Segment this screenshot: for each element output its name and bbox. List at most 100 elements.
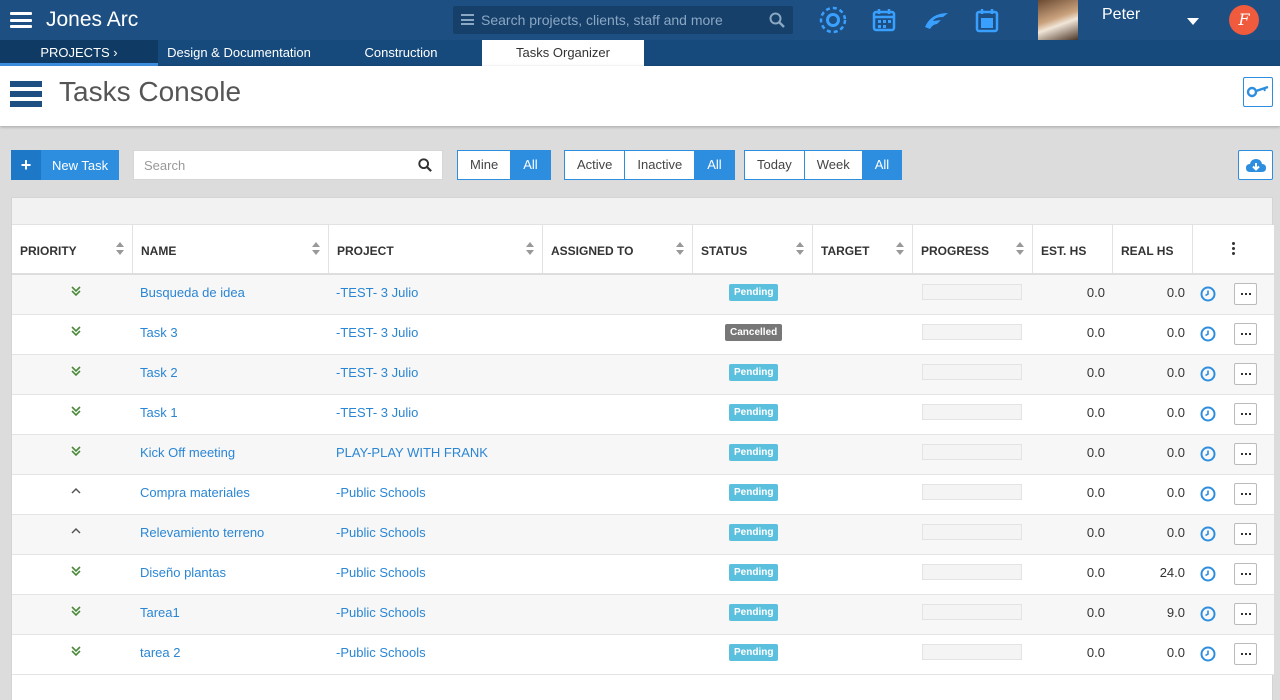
task-project-link[interactable]: -TEST- 3 Julio: [336, 365, 418, 380]
search-icon[interactable]: [418, 158, 432, 172]
real-hours: 0.0: [1166, 645, 1185, 660]
task-name-link[interactable]: Task 3: [140, 325, 178, 340]
col-options[interactable]: [1193, 225, 1274, 273]
row-actions-button[interactable]: [1234, 363, 1257, 385]
filter-today[interactable]: Today: [745, 151, 805, 179]
clock-icon[interactable]: [1200, 286, 1216, 302]
user-name[interactable]: Peter: [1102, 6, 1140, 24]
task-project-link[interactable]: -Public Schools: [336, 645, 426, 660]
clock-icon[interactable]: [1200, 326, 1216, 342]
row-actions-button[interactable]: [1234, 283, 1257, 305]
tab-projects[interactable]: PROJECTS ›: [0, 40, 158, 66]
col-name[interactable]: NAME: [133, 225, 329, 273]
task-project-link[interactable]: PLAY-PLAY WITH FRANK: [336, 445, 488, 460]
task-name-link[interactable]: Diseño plantas: [140, 565, 226, 580]
clock-icon[interactable]: [1200, 446, 1216, 462]
task-project-link[interactable]: -TEST- 3 Julio: [336, 285, 418, 300]
task-name-link[interactable]: Task 2: [140, 365, 178, 380]
row-actions-button[interactable]: [1234, 603, 1257, 625]
col-priority[interactable]: PRIORITY: [12, 225, 133, 273]
col-est-hs[interactable]: EST. HS: [1033, 225, 1113, 273]
col-real-hs[interactable]: REAL HS: [1113, 225, 1193, 273]
row-actions-button[interactable]: [1234, 483, 1257, 505]
task-name-link[interactable]: Tarea1: [140, 605, 180, 620]
table-row[interactable]: Task 3 -TEST- 3 Julio Cancelled 0.0 0.0: [12, 315, 1274, 355]
top-bar: Jones Arc Peter F: [0, 0, 1280, 40]
task-name-link[interactable]: Relevamiento terreno: [140, 525, 264, 540]
task-name-link[interactable]: Task 1: [140, 405, 178, 420]
column-options-icon[interactable]: [1231, 242, 1236, 257]
task-project-link[interactable]: -Public Schools: [336, 525, 426, 540]
user-avatar[interactable]: [1038, 0, 1078, 40]
table-row[interactable]: Diseño plantas -Public Schools Pending 0.0 2…: [12, 555, 1274, 595]
search-filter-icon[interactable]: [461, 14, 474, 25]
row-actions-button[interactable]: [1234, 403, 1257, 425]
brand-badge-icon[interactable]: F: [1229, 5, 1259, 35]
tab-tasks-organizer[interactable]: Tasks Organizer: [482, 40, 644, 66]
tab-construction[interactable]: Construction: [338, 40, 464, 66]
sort-icon[interactable]: [796, 242, 804, 256]
col-assigned-to[interactable]: ASSIGNED TO: [543, 225, 693, 273]
filter-active[interactable]: Active: [565, 151, 626, 179]
filter-state-all[interactable]: All: [695, 151, 734, 179]
app-title[interactable]: Jones Arc: [46, 8, 138, 32]
col-status[interactable]: STATUS: [693, 225, 813, 273]
hamburger-menu-icon[interactable]: [10, 12, 32, 28]
sort-icon[interactable]: [116, 242, 124, 256]
key-button[interactable]: [1243, 77, 1273, 107]
row-actions-button[interactable]: [1234, 643, 1257, 665]
table-row[interactable]: Kick Off meeting PLAY-PLAY WITH FRANK Pend…: [12, 435, 1274, 475]
task-name-link[interactable]: tarea 2: [140, 645, 180, 660]
table-row[interactable]: Compra materiales -Public Schools Pending 0…: [12, 475, 1274, 515]
clock-icon[interactable]: [1200, 606, 1216, 622]
filter-week[interactable]: Week: [805, 151, 863, 179]
sort-icon[interactable]: [1016, 242, 1024, 256]
row-actions-button[interactable]: [1234, 323, 1257, 345]
search-icon[interactable]: [769, 12, 785, 28]
sort-icon[interactable]: [676, 242, 684, 256]
task-name-link[interactable]: Kick Off meeting: [140, 445, 235, 460]
col-progress[interactable]: PROGRESS: [913, 225, 1033, 273]
row-actions-button[interactable]: [1234, 443, 1257, 465]
filter-range-all[interactable]: All: [862, 151, 902, 179]
filter-owner-all[interactable]: All: [511, 151, 550, 179]
sort-icon[interactable]: [526, 242, 534, 256]
table-row[interactable]: Busqueda de idea -TEST- 3 Julio Pending 0.0…: [12, 275, 1274, 315]
row-actions-button[interactable]: [1234, 523, 1257, 545]
tab-design-documentation[interactable]: Design & Documentation: [158, 40, 320, 66]
clock-icon[interactable]: [1200, 366, 1216, 382]
task-project-link[interactable]: -Public Schools: [336, 485, 426, 500]
col-project[interactable]: PROJECT: [329, 225, 543, 273]
chevron-down-icon[interactable]: [1187, 18, 1199, 25]
table-row[interactable]: Task 2 -TEST- 3 Julio Pending 0.0 0.0: [12, 355, 1274, 395]
task-project-link[interactable]: -TEST- 3 Julio: [336, 405, 418, 420]
table-row[interactable]: Relevamiento terreno -Public Schools Pendi…: [12, 515, 1274, 555]
clock-icon[interactable]: [1200, 486, 1216, 502]
task-project-link[interactable]: -Public Schools: [336, 565, 426, 580]
sort-icon[interactable]: [312, 242, 320, 256]
filter-mine[interactable]: Mine: [458, 151, 512, 179]
table-row[interactable]: Task 1 -TEST- 3 Julio Pending 0.0 0.0: [12, 395, 1274, 435]
calendar-icon[interactable]: [869, 5, 899, 35]
timer-icon[interactable]: [818, 5, 848, 35]
new-task-button[interactable]: + New Task: [11, 150, 119, 180]
global-search-input[interactable]: [481, 6, 761, 34]
task-project-link[interactable]: -TEST- 3 Julio: [336, 325, 418, 340]
task-name-link[interactable]: Busqueda de idea: [140, 285, 245, 300]
clock-icon[interactable]: [1200, 646, 1216, 662]
row-actions-button[interactable]: [1234, 563, 1257, 585]
clock-icon[interactable]: [1200, 406, 1216, 422]
task-search-input[interactable]: [144, 151, 414, 179]
table-row[interactable]: Tarea1 -Public Schools Pending 0.0 9.0: [12, 595, 1274, 635]
task-name-link[interactable]: Compra materiales: [140, 485, 250, 500]
wing-logo-icon[interactable]: [921, 5, 951, 35]
clock-icon[interactable]: [1200, 526, 1216, 542]
sort-icon[interactable]: [896, 242, 904, 256]
filter-inactive[interactable]: Inactive: [625, 151, 696, 179]
table-row[interactable]: tarea 2 -Public Schools Pending 0.0 0.0: [12, 635, 1274, 675]
download-button[interactable]: [1238, 150, 1273, 180]
task-project-link[interactable]: -Public Schools: [336, 605, 426, 620]
col-target[interactable]: TARGET: [813, 225, 913, 273]
date-calendar-icon[interactable]: [972, 5, 1002, 35]
clock-icon[interactable]: [1200, 566, 1216, 582]
